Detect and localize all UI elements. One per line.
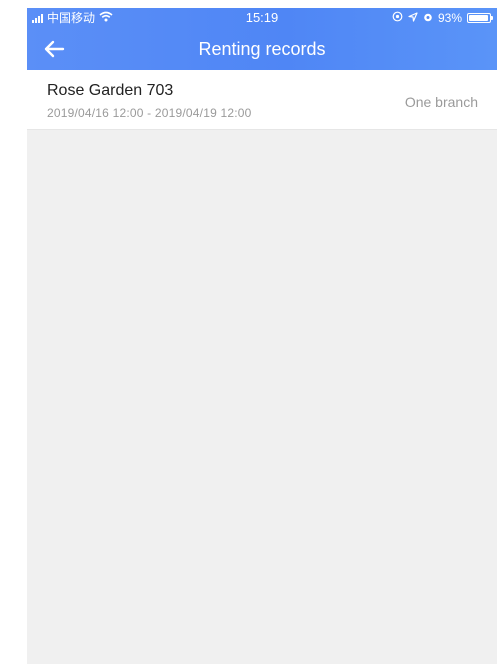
navigation-bar: Renting records <box>27 28 497 70</box>
record-branch: One branch <box>404 94 478 110</box>
alarm-icon <box>423 8 433 28</box>
status-right: 93% <box>392 8 493 28</box>
battery-icon <box>467 13 493 23</box>
renting-record-item[interactable]: Rose Garden 703 2019/04/16 12:00 - 2019/… <box>27 70 497 130</box>
battery-percent: 93% <box>437 11 462 25</box>
status-bar: 中国移动 15:19 93% <box>27 8 497 28</box>
record-name: Rose Garden 703 <box>47 82 174 99</box>
battery-level-fill <box>469 15 488 21</box>
location-icon <box>392 8 403 28</box>
page-title: Renting records <box>198 39 326 59</box>
header-bar: 中国移动 15:19 93% Renting records <box>27 8 497 70</box>
navigation-icon <box>408 8 418 28</box>
app-screen: 中国移动 15:19 93% Renting records Rose Gard… <box>27 8 497 664</box>
record-period: 2019/04/16 12:00 - 2019/04/19 12:00 <box>47 106 252 120</box>
